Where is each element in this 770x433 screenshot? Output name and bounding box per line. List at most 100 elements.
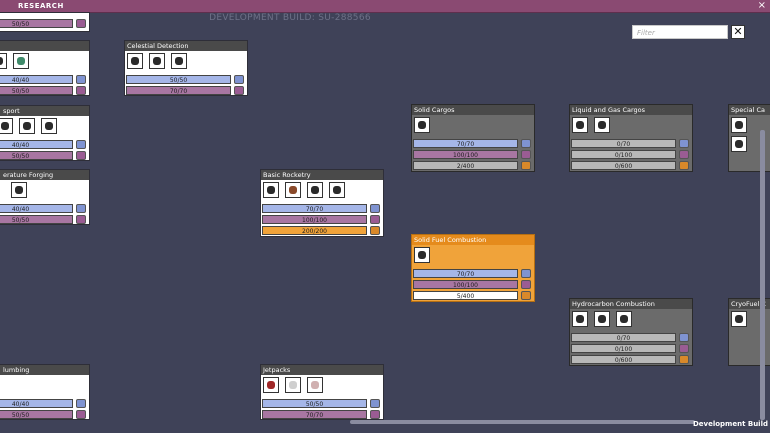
building-icon [0,53,8,69]
unlock-icons [0,51,89,73]
jetpack-icon [263,377,279,393]
research-type-icon [679,355,689,364]
progress-bar: 50/50 [0,215,86,224]
progress-bar: 40/40 [0,75,86,84]
unlock-icons [0,375,89,397]
research-type-icon [521,291,531,300]
research-type-icon [679,344,689,353]
research-type-icon [370,226,380,235]
unlock-icons [261,375,383,397]
filter-input[interactable]: Filter [632,25,728,39]
cargo-tank-icon [572,117,588,133]
research-type-icon [370,204,380,213]
tech-card-solid-fuel-combustion[interactable]: Solid Fuel Combustion 70/70 100/100 5/40… [411,234,535,302]
engine-icon [572,311,588,327]
research-type-icon [521,161,531,170]
progress-bar: 70/70 [413,139,531,148]
footer-build-label: Development Build [692,420,768,428]
research-type-icon [521,269,531,278]
tech-card-3[interactable]: sport 40/40 50/50 [0,105,90,161]
research-type-icon [679,161,689,170]
suit-icon [307,377,324,393]
research-type-icon [521,150,531,159]
progress-bar: 50/50 [0,410,86,419]
research-type-icon [76,75,86,84]
building-icon [13,53,30,69]
tech-title: Basic Rocketry [261,170,383,180]
progress-bar: 100/100 [413,150,531,159]
progress-bar: 5/400 [413,291,531,300]
progress-bar: 50/50 [0,151,86,160]
horizontal-scrollbar[interactable] [350,420,695,424]
filter-clear-button[interactable]: ✕ [731,25,745,39]
window-titlebar: RESEARCH × [0,0,770,13]
tech-card-solid-cargos[interactable]: Solid Cargos 70/70 100/100 2/400 [411,104,535,172]
research-type-icon [679,333,689,342]
progress-bar: 70/70 [126,86,244,95]
unlock-icons [412,115,534,137]
progress-bar: 70/70 [262,204,380,213]
research-type-icon [679,150,689,159]
tech-title: lumbing [0,365,89,375]
tech-card-1[interactable]: 40/40 50/50 [0,40,90,96]
cargo-icon [731,136,747,152]
tech-card-liquid-gas-cargos[interactable]: Liquid and Gas Cargos 0/70 0/100 0/600 [569,104,693,172]
tech-title: Jetpacks [261,365,383,375]
tech-title: Celestial Detection [125,41,247,51]
research-type-icon [76,86,86,95]
research-type-icon [76,410,86,419]
tech-card-hydrocarbon-combustion[interactable]: Hydrocarbon Combustion 0/70 0/100 0/600 [569,298,693,366]
telescope-icon [127,53,143,69]
progress-bar: 40/40 [0,399,86,408]
progress-bar: 100/100 [262,215,380,224]
engine-icon [731,311,747,327]
rocket-part-icon [329,182,346,198]
research-type-icon [76,399,86,408]
building-icon [0,118,13,134]
progress-bar: 50/50 [0,86,86,95]
close-icon[interactable]: × [758,0,766,12]
research-type-icon [521,280,531,289]
progress-bar: 40/40 [0,140,86,149]
unlock-icons [0,180,89,202]
research-type-icon [234,86,244,95]
progress-bar: 0/100 [571,150,689,159]
tech-title [0,41,89,51]
tech-card-celestial-detection[interactable]: Celestial Detection 50/50 70/70 [124,40,248,96]
tech-card-4[interactable]: erature Forging 40/40 50/50 [0,169,90,225]
research-type-icon [370,399,380,408]
tech-card-12[interactable]: lumbing 40/40 50/50 [0,364,90,420]
progress-bar: 70/70 [413,269,531,278]
progress-bar: 50/50 [262,399,380,408]
progress-bar: 0/70 [571,139,689,148]
tech-title: Hydrocarbon Combustion [570,299,692,309]
research-type-icon [679,139,689,148]
research-type-icon [76,19,86,28]
progress-bar: 0/100 [571,344,689,353]
engine-icon [616,311,633,327]
cargo-icon [731,117,747,133]
suit-icon [285,377,302,393]
research-type-icon [76,151,86,160]
progress-bar: 70/70 [262,410,380,419]
research-type-icon [521,139,531,148]
vertical-scrollbar[interactable] [760,130,765,420]
progress-bar: 2/400 [413,161,531,170]
telescope-icon [171,53,188,69]
window-title: RESEARCH [18,2,64,10]
building-icon [19,118,36,134]
tech-title: erature Forging [0,170,89,180]
tech-title: Liquid and Gas Cargos [570,105,692,115]
tech-card-0[interactable]: 50/50 [0,12,90,32]
unlock-icons [570,309,692,331]
research-type-icon [370,215,380,224]
tech-title: Solid Cargos [412,105,534,115]
research-type-icon [76,140,86,149]
tech-card-basic-rocketry[interactable]: Basic Rocketry 70/70 100/100 200/200 [260,169,384,237]
unlock-icons [261,180,383,202]
unlock-icons [125,51,247,73]
tech-card-jetpacks[interactable]: Jetpacks 50/50 70/70 [260,364,384,420]
progress-bar: 50/50 [0,19,86,28]
research-type-icon [370,410,380,419]
progress-bar: 50/50 [126,75,244,84]
